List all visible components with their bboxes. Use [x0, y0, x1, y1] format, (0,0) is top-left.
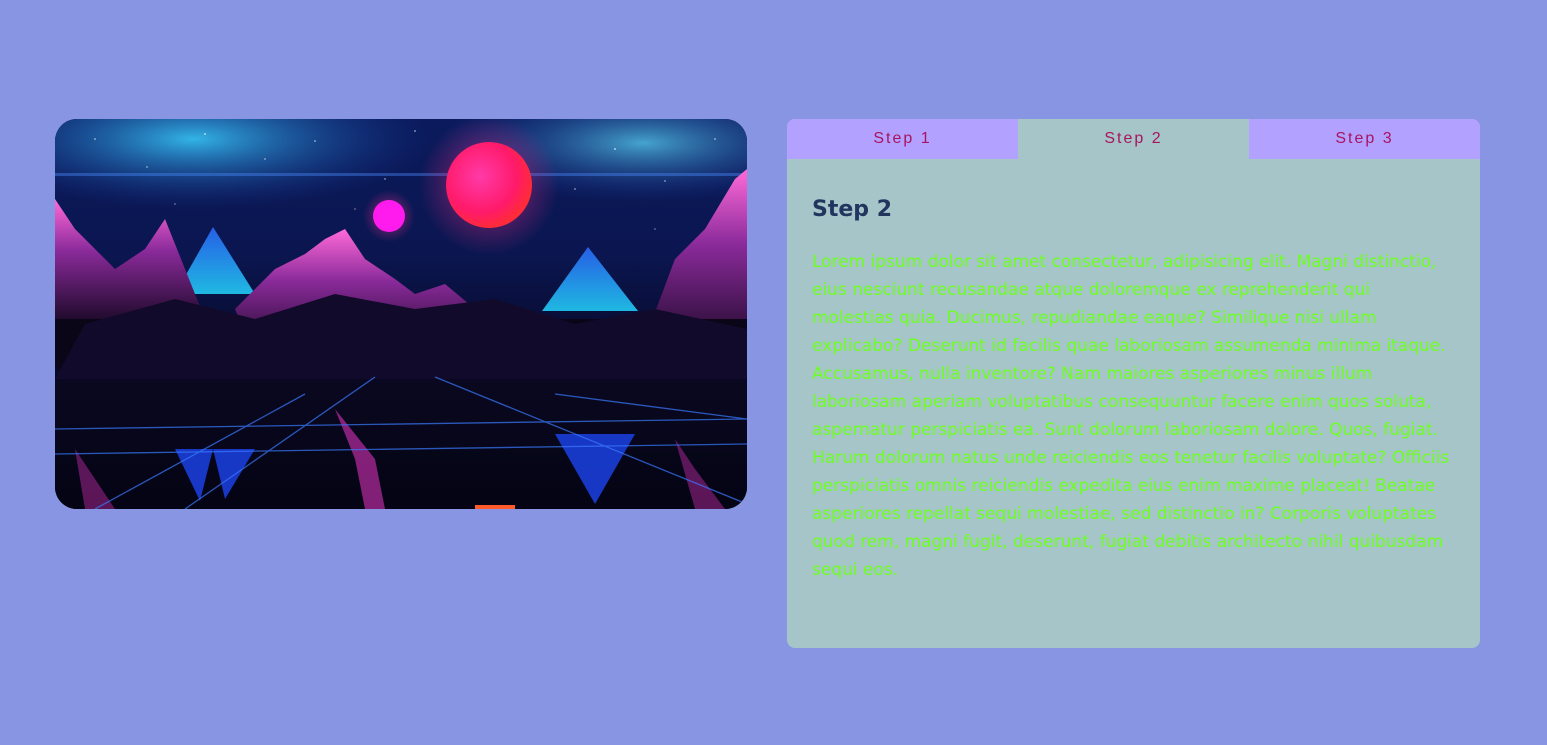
panel-body-text: Lorem ipsum dolor sit amet consectetur, … [812, 252, 1450, 580]
tab-panel-card: Step 1 Step 2 Step 3 Step 2 Lorem ipsum … [787, 119, 1480, 648]
tab-step-1[interactable]: Step 1 [787, 119, 1018, 159]
panel-title: Step 2 [812, 197, 892, 222]
tab-step-2[interactable]: Step 2 [1018, 119, 1249, 159]
tab-step-3[interactable]: Step 3 [1249, 119, 1480, 159]
synthwave-landscape-image [55, 119, 747, 509]
tab-content: Step 2 Lorem ipsum dolor sit amet consec… [787, 159, 1480, 584]
tab-bar: Step 1 Step 2 Step 3 [787, 119, 1480, 159]
